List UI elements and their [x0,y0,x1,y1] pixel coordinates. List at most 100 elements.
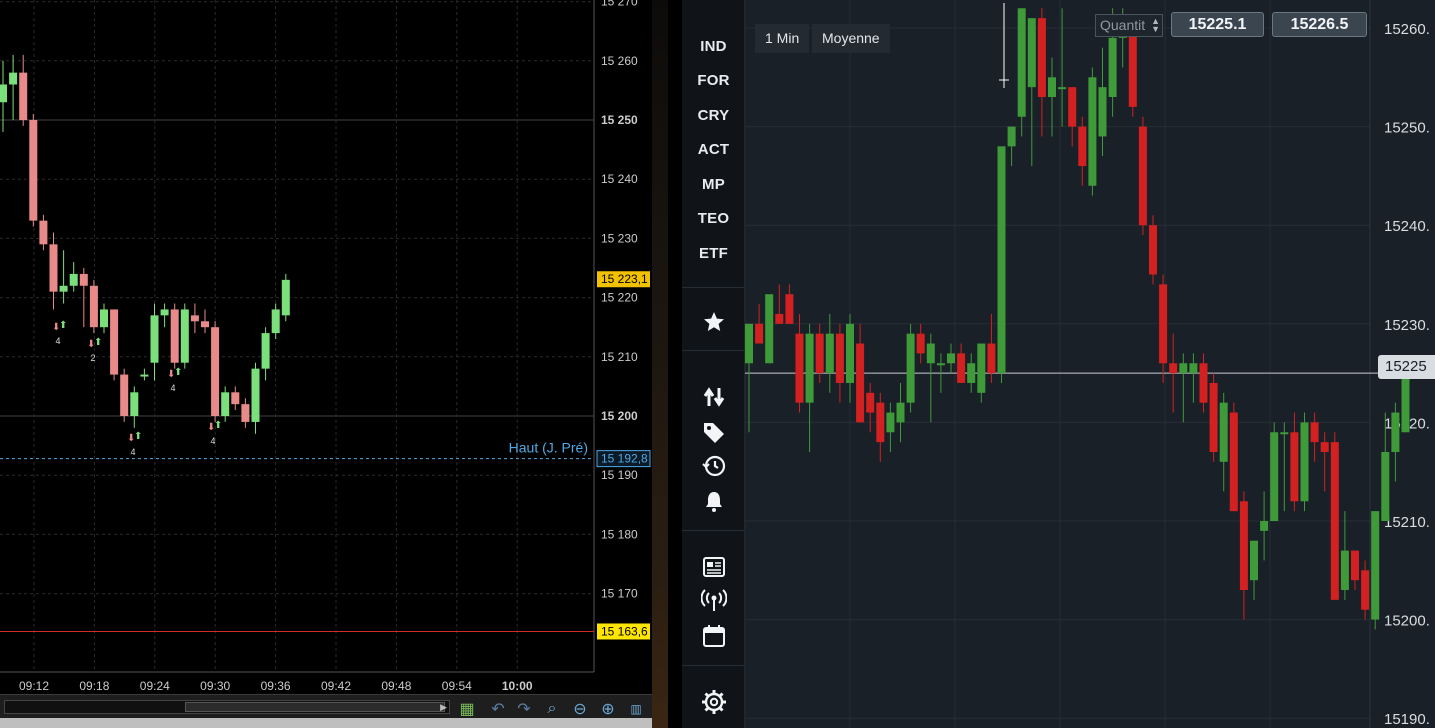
right-candle-body [1209,382,1218,452]
left-y-tick-label: 15 200 [601,409,638,423]
undo-icon[interactable]: ↶ [486,698,510,720]
right-candle-body [947,353,955,364]
right-y-tick-label: 15190. [1384,711,1430,728]
right-y-tick-label: 15250. [1384,120,1430,137]
left-candle-body [231,392,240,405]
right-candle-body [1189,363,1198,374]
right-candle-body [755,323,764,344]
right-candle-body [967,363,976,383]
market-for[interactable]: FOR [682,72,745,89]
left-candle-body [150,315,159,363]
right-candle-body [1128,28,1137,107]
right-candle-body [1078,126,1087,167]
signal-count: 4 [130,447,135,457]
news-icon[interactable] [682,553,745,581]
sidebar-separator [682,665,745,666]
right-candle-body [1017,8,1026,117]
left-x-tick-label: 09:30 [200,679,230,693]
right-candle-body [795,333,804,403]
left-candle-body [69,273,78,286]
left-candle-body [89,285,98,328]
left-candle-body [170,309,179,363]
left-y-tick-label: 15 190 [601,468,638,482]
left-y-tick-label: 15 270 [601,0,638,9]
history-icon[interactable] [682,452,745,480]
right-candle-body [1381,451,1390,521]
left-candle-body [120,374,129,416]
right-candle-body [1310,422,1319,443]
market-cry[interactable]: CRY [682,107,745,124]
quantity-stepper-icon[interactable]: ▲ ▼ [1151,17,1160,34]
right-candle-body [805,333,814,403]
right-y-tick-label: 15210. [1384,514,1430,531]
right-candle-body [1361,570,1370,610]
chart-settings-icon[interactable]: ▥ [624,698,648,720]
right-candle-body [1199,363,1208,403]
zoom-in-icon[interactable]: ⊕ [596,698,620,720]
calendar-nav-icon[interactable]: ▦ [455,698,479,720]
right-candle-body [1138,126,1147,226]
market-act[interactable]: ACT [682,141,745,158]
scroll-right-arrow-icon[interactable]: ▶ [440,702,447,712]
right-y-tick-label: 15200. [1384,613,1430,630]
left-x-tick-label: 09:24 [140,679,170,693]
market-teo[interactable]: TEO [682,210,745,227]
left-price-chart[interactable]: 15 270 15 260 15 250 15 240 15 230 15 220 15 2… [0,0,652,728]
star-icon[interactable] [682,308,745,336]
left-y-tick-label: 15 250 [601,113,638,127]
right-candle-body [1320,442,1329,452]
zoom-out-icon[interactable]: ⊖ [568,698,592,720]
left-status-strip [0,718,652,728]
left-chart-canvas[interactable]: 15 270 15 260 15 250 15 240 15 230 15 220 15 2… [0,0,652,694]
right-y-tick-label: 15230. [1384,317,1430,334]
broadcast-icon[interactable] [682,587,745,615]
right-candle-body [876,402,885,443]
right-candle-body [1219,402,1228,462]
right-y-tick-label: 15260. [1384,21,1430,38]
left-y-tick-label: 15 170 [601,587,638,601]
right-candle-body [825,333,834,374]
right-candle-body [815,333,824,374]
left-y-tick-label: 15 220 [601,291,638,305]
right-candle-body [1048,77,1056,98]
quantity-input[interactable]: Quantit ▲ ▼ [1095,14,1163,37]
right-candle-body [1280,432,1289,435]
ask-price-button[interactable]: 15226.5 [1272,12,1367,37]
right-chart-canvas[interactable]: 15260.15250.15240.15230.15220.15210.1520… [744,0,1435,728]
settings-gear-icon[interactable] [682,688,745,716]
window-gap [652,0,668,728]
right-candle-body [1149,225,1157,275]
right-candle-body [916,333,925,354]
left-candle-body [180,309,189,363]
redo-icon[interactable]: ↷ [512,698,536,720]
left-x-tick-label: 09:54 [442,679,472,693]
bell-icon[interactable] [682,487,745,515]
left-y-tick-label: 15 240 [601,172,638,186]
calendar-icon[interactable] [682,622,745,650]
timeframe-button[interactable]: 1 Min [755,24,810,53]
signal-up-arrow: ⬆ [174,367,182,378]
right-candle-body [1179,363,1188,374]
zoom-fit-icon[interactable]: ⌕ [540,698,564,720]
tag-icon[interactable] [682,418,745,446]
left-x-tick-label: 09:48 [381,679,411,693]
right-price-chart[interactable]: 15260.15250.15240.15230.15220.15210.1520… [744,0,1435,728]
right-candle-body [1108,37,1117,98]
right-candle-body [1401,373,1410,433]
right-candle-body [1088,77,1097,186]
chart-style-button[interactable]: Moyenne [812,24,890,53]
scrollbar-thumb[interactable] [185,702,445,712]
right-candle-body [997,146,1006,374]
left-candle-body [39,220,48,245]
left-x-tick-label: 10:00 [502,679,533,693]
right-candle-body [866,392,875,413]
trading-desktop: 15 270 15 260 15 250 15 240 15 230 15 220 15 2… [0,0,1435,728]
market-ind[interactable]: IND [682,38,745,55]
horizontal-scrollbar[interactable]: ▶ [4,700,450,714]
bid-price-button[interactable]: 15225.1 [1171,12,1264,37]
swap-arrows-icon[interactable] [682,383,745,411]
market-etf[interactable]: ETF [682,245,745,262]
right-candle-body [765,294,774,364]
market-mp[interactable]: MP [682,176,745,193]
signal-up-arrow: ⬆ [134,431,142,442]
